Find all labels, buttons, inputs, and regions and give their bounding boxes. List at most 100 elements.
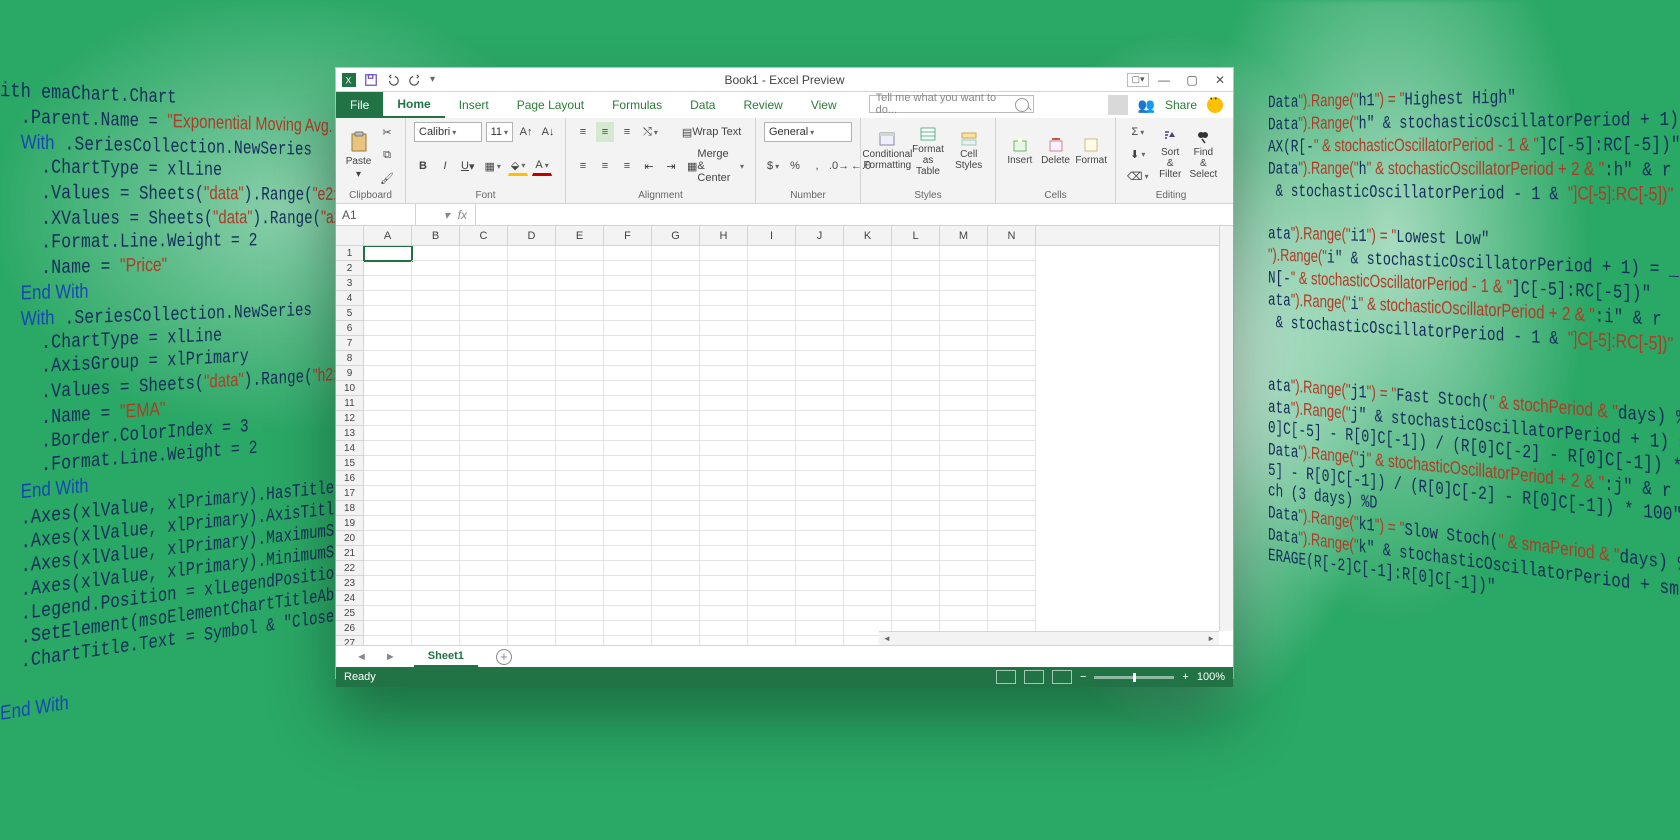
cell[interactable] (652, 396, 700, 411)
cell[interactable] (796, 351, 844, 366)
col-header[interactable]: J (796, 226, 844, 245)
cell[interactable] (748, 516, 796, 531)
cell[interactable] (412, 591, 460, 606)
col-header[interactable]: L (892, 226, 940, 245)
cell[interactable] (508, 441, 556, 456)
cell[interactable] (508, 516, 556, 531)
cell[interactable] (748, 336, 796, 351)
cell[interactable] (364, 546, 412, 561)
cell[interactable] (652, 486, 700, 501)
cell[interactable] (700, 366, 748, 381)
cell[interactable] (508, 351, 556, 366)
cell[interactable] (460, 306, 508, 321)
cell[interactable] (700, 351, 748, 366)
cell[interactable] (844, 561, 892, 576)
cell[interactable] (652, 591, 700, 606)
cell[interactable] (748, 561, 796, 576)
cell[interactable] (364, 351, 412, 366)
cell[interactable] (652, 531, 700, 546)
cell[interactable] (700, 336, 748, 351)
new-sheet-button[interactable]: + (496, 649, 512, 665)
sheet-nav-prev-icon[interactable]: ◄ (356, 651, 367, 663)
paste-button[interactable]: Paste▾ (344, 126, 373, 184)
cell[interactable] (700, 261, 748, 276)
cell[interactable] (556, 351, 604, 366)
align-middle-icon[interactable]: ≡ (596, 122, 614, 142)
cell[interactable] (844, 456, 892, 471)
cell[interactable] (844, 351, 892, 366)
row-header[interactable]: 20 (336, 531, 364, 546)
cell[interactable] (652, 561, 700, 576)
cell[interactable] (892, 441, 940, 456)
col-header[interactable]: G (652, 226, 700, 245)
cell[interactable] (748, 531, 796, 546)
cell[interactable] (412, 276, 460, 291)
cell[interactable] (892, 426, 940, 441)
cell[interactable] (604, 561, 652, 576)
row-header[interactable]: 5 (336, 306, 364, 321)
cell[interactable] (748, 621, 796, 636)
row-header[interactable]: 8 (336, 351, 364, 366)
cell[interactable] (988, 321, 1036, 336)
cell[interactable] (364, 396, 412, 411)
insert-cells-button[interactable]: Insert (1004, 122, 1036, 180)
cell[interactable] (364, 516, 412, 531)
cell[interactable] (652, 546, 700, 561)
cell[interactable] (796, 246, 844, 261)
cell[interactable] (412, 621, 460, 636)
wrap-text-button[interactable]: ▤ Wrap Text (679, 122, 745, 142)
share-icon[interactable]: 👥 (1138, 97, 1155, 114)
cell[interactable] (604, 381, 652, 396)
cell[interactable] (844, 576, 892, 591)
cell[interactable] (460, 591, 508, 606)
inc-decimal-icon[interactable]: .0→ (830, 156, 848, 176)
cell[interactable] (460, 561, 508, 576)
cell[interactable] (988, 336, 1036, 351)
cell[interactable] (796, 366, 844, 381)
cell[interactable] (556, 426, 604, 441)
cell[interactable] (892, 351, 940, 366)
cell[interactable] (988, 486, 1036, 501)
cell[interactable] (364, 291, 412, 306)
cell[interactable] (508, 591, 556, 606)
cell[interactable] (748, 381, 796, 396)
cell[interactable] (556, 561, 604, 576)
cell[interactable] (412, 606, 460, 621)
cell[interactable] (652, 321, 700, 336)
cell[interactable] (460, 411, 508, 426)
view-normal-icon[interactable] (996, 670, 1016, 684)
cell[interactable] (652, 246, 700, 261)
cell[interactable] (460, 351, 508, 366)
grow-font-icon[interactable]: A↑ (517, 122, 535, 142)
zoom-out-icon[interactable]: − (1080, 671, 1086, 683)
cell[interactable] (412, 306, 460, 321)
cell[interactable] (892, 531, 940, 546)
cell[interactable] (364, 576, 412, 591)
row-header[interactable]: 23 (336, 576, 364, 591)
cell[interactable] (652, 276, 700, 291)
cell[interactable] (988, 306, 1036, 321)
cell[interactable] (364, 606, 412, 621)
col-header[interactable]: D (508, 226, 556, 245)
cell[interactable] (796, 546, 844, 561)
cell[interactable] (940, 396, 988, 411)
cell[interactable] (604, 246, 652, 261)
cell[interactable] (892, 411, 940, 426)
fill-color-icon[interactable]: ⬙ (508, 156, 528, 176)
cell[interactable] (652, 516, 700, 531)
cell[interactable] (844, 591, 892, 606)
cell[interactable] (556, 291, 604, 306)
cell[interactable] (700, 576, 748, 591)
row-header[interactable]: 3 (336, 276, 364, 291)
cell[interactable] (988, 516, 1036, 531)
cell[interactable] (364, 441, 412, 456)
format-as-table-button[interactable]: Format as Table (910, 122, 947, 180)
cell[interactable] (748, 546, 796, 561)
cell[interactable] (412, 396, 460, 411)
cell[interactable] (796, 606, 844, 621)
undo-icon[interactable] (386, 73, 400, 87)
indent-dec-icon[interactable]: ⇤ (640, 156, 658, 176)
cell[interactable] (460, 471, 508, 486)
cell[interactable] (556, 441, 604, 456)
cell[interactable] (748, 591, 796, 606)
